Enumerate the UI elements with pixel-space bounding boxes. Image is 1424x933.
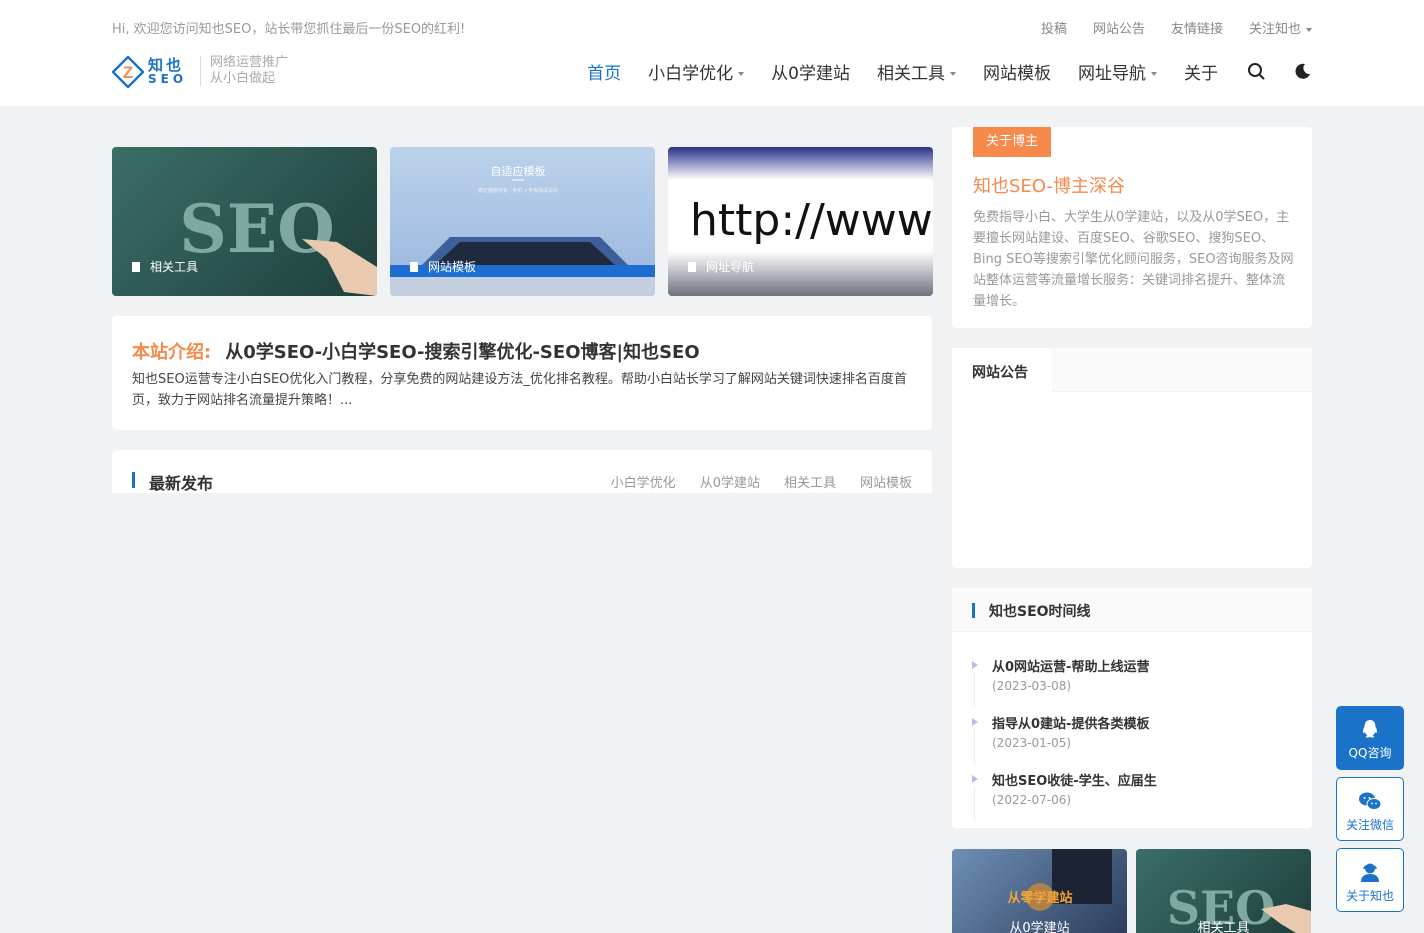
site-logo[interactable]: Z 知也 SEO 网络运营推广 从小白做起 [112,54,312,90]
about-zhiye-label: 关于知也 [1345,889,1394,903]
nav-templates[interactable]: 网站模板 [983,59,1051,84]
main-column: SEO 相关工具 自适应模板 表达视频增长 · 手机 + 平板高清设计 网站模板… [112,147,933,493]
top-bar: Hi, 欢迎您访问知也SEO，站长带您抓住最后一份SEO的红利! 投稿 网站公告… [112,14,1312,40]
latest-tabs: 小白学优化 从0学建站 相关工具 网站模板 [587,472,912,491]
timeline-item-date: (2022-07-06) [992,793,1072,807]
qq-consult-label: QQ咨询 [1348,746,1392,760]
nav-tools[interactable]: 相关工具 [877,59,956,84]
notice-tab[interactable]: 网站公告 [952,348,1052,393]
nav-about[interactable]: 关于 [1184,59,1218,84]
bookmark-icon [688,261,696,272]
wechat-follow-label: 关注微信 [1345,818,1394,832]
welcome-text: Hi, 欢迎您访问知也SEO，站长带您抓住最后一份SEO的红利! [112,22,466,37]
main-nav: 首页 小白学优化 从0学建站 相关工具 网站模板 网址导航 关于 [560,58,1312,84]
tab-build-site[interactable]: 从0学建站 [700,472,760,491]
thumb-tools[interactable]: SEO 相关工具 [112,147,377,296]
nav-build-site[interactable]: 从0学建站 [771,59,850,84]
thumb-label: 相关工具 [132,258,198,275]
latest-posts-header: 最新发布 小白学优化 从0学建站 相关工具 网站模板 [112,450,932,493]
logo-slogan-line2: 从小白做起 [210,71,276,86]
timeline-title: 知也SEO时间线 [989,604,1091,620]
bookmark-icon [132,261,140,272]
site-header: Hi, 欢迎您访问知也SEO，站长带您抓住最后一份SEO的红利! 投稿 网站公告… [0,0,1424,107]
about-name[interactable]: 知也SEO-博主深谷 [973,172,1125,198]
tab-templates[interactable]: 网站模板 [860,472,912,491]
logo-z-icon: Z [112,56,144,88]
thumb-label: 网站模板 [410,258,476,275]
timeline-item-title: 知也SEO收徒-学生、应届生 [992,774,1157,789]
svg-text:Z: Z [123,63,133,82]
about-card: 关于博主 知也SEO-博主深谷 免费指导小白、大学生从0学建站，以及从0学SEO… [952,127,1312,328]
timeline-line [974,786,975,821]
thumb-label: 网址导航 [688,258,754,275]
wechat-follow-button[interactable]: 关注微信 [1336,777,1404,841]
qq-icon [1362,720,1378,738]
thumb-template-overlay: 自适应模板 [491,164,546,178]
thumb-seo-overlay: SEO [179,190,334,268]
toplink-notice[interactable]: 网站公告 [1093,18,1145,37]
wechat-icon [1359,792,1382,810]
toplink-follow[interactable]: 关注知也 [1249,18,1312,37]
nav-directory[interactable]: 网址导航 [1078,59,1157,84]
intro-prefix: 本站介绍: [132,342,212,363]
timeline-marker-icon [972,661,978,669]
timeline-line [974,729,975,764]
timeline-marker-icon [972,718,978,726]
featured-thumbs: SEO 相关工具 自适应模板 表达视频增长 · 手机 + 平板高清设计 网站模板… [112,147,933,296]
timeline-marker-icon [972,775,978,783]
side-thumb-tools[interactable]: SEO 相关工具 [1136,849,1311,933]
timeline-line [974,672,975,707]
tab-tools[interactable]: 相关工具 [784,472,836,491]
intro-title: 本站介绍: 从0学SEO-小白学SEO-搜索引擎优化-SEO博客|知也SEO [132,338,700,364]
about-tag: 关于博主 [973,127,1051,157]
about-desc: 免费指导小白、大学生从0学建站，以及从0学SEO，主要擅长网站建设、百度SEO、… [973,210,1294,309]
nav-seo-beginner[interactable]: 小白学优化 [648,59,744,84]
section-accent-bar [132,472,135,488]
notice-header: 网站公告 [952,348,1312,393]
timeline-item-title: 指导从0建站-提供各类模板 [992,717,1150,732]
timeline-item-date: (2023-01-05) [992,736,1072,750]
intro-text: 知也SEO运营专注小白SEO优化入门教程，分享免费的网站建设方法_优化排名教程。… [132,372,907,408]
timeline-item-title: 从0网站运营-帮助上线运营 [992,660,1150,675]
thumb-url-overlay: http://www. [690,195,933,246]
side-thumb-label: 相关工具 [1197,921,1250,933]
thumb-label-text: 相关工具 [150,260,199,274]
timeline-item-date: (2023-03-08) [992,679,1072,693]
dark-mode-icon[interactable] [1294,62,1312,80]
thumb-label-text: 网址导航 [706,260,755,274]
side-thumb-build-overlay: 从零学建站 [1007,890,1072,906]
search-icon[interactable] [1247,62,1265,80]
site-intro-card: 本站介绍: 从0学SEO-小白学SEO-搜索引擎优化-SEO博客|知也SEO 知也… [112,316,932,430]
user-icon [1361,863,1379,882]
intro-title-text[interactable]: 从0学SEO-小白学SEO-搜索引擎优化-SEO博客|知也SEO [225,342,699,363]
thumb-templates[interactable]: 自适应模板 表达视频增长 · 手机 + 平板高清设计 网站模板 [390,147,655,296]
top-links: 投稿 网站公告 友情链接 关注知也 [1015,18,1312,37]
thumb-label-text: 网站模板 [428,260,477,274]
logo-slogan-line1: 网络运营推广 [210,55,289,70]
thumb-template-sub: 表达视频增长 · 手机 + 平板高清设计 [478,187,558,194]
logo-en-text: SEO [148,72,188,86]
tab-seo-beginner[interactable]: 小白学优化 [611,472,676,491]
latest-title: 最新发布 [149,474,214,493]
thumb-directory[interactable]: http://www. 网址导航 [668,147,933,296]
section-accent-bar [972,603,975,618]
logo-slogan: 网络运营推广 从小白做起 [210,55,288,87]
notice-card: 网站公告 [952,348,1312,568]
timeline-header: 知也SEO时间线 [952,588,1312,632]
side-thumb-build[interactable]: 从零学建站 从0学建站 [952,849,1127,933]
timeline-card: 知也SEO时间线 从0网站运营-帮助上线运营 (2023-03-08) 指导从0… [952,588,1312,828]
bookmark-icon [410,261,418,272]
about-zhiye-button[interactable]: 关于知也 [1336,848,1404,912]
toplink-contribute[interactable]: 投稿 [1041,18,1067,37]
nav-home[interactable]: 首页 [587,59,621,84]
qq-consult-button[interactable]: QQ咨询 [1336,706,1404,770]
logo-divider [200,56,201,86]
side-thumb-label: 从0学建站 [1009,921,1070,933]
toplink-friends[interactable]: 友情链接 [1171,18,1223,37]
